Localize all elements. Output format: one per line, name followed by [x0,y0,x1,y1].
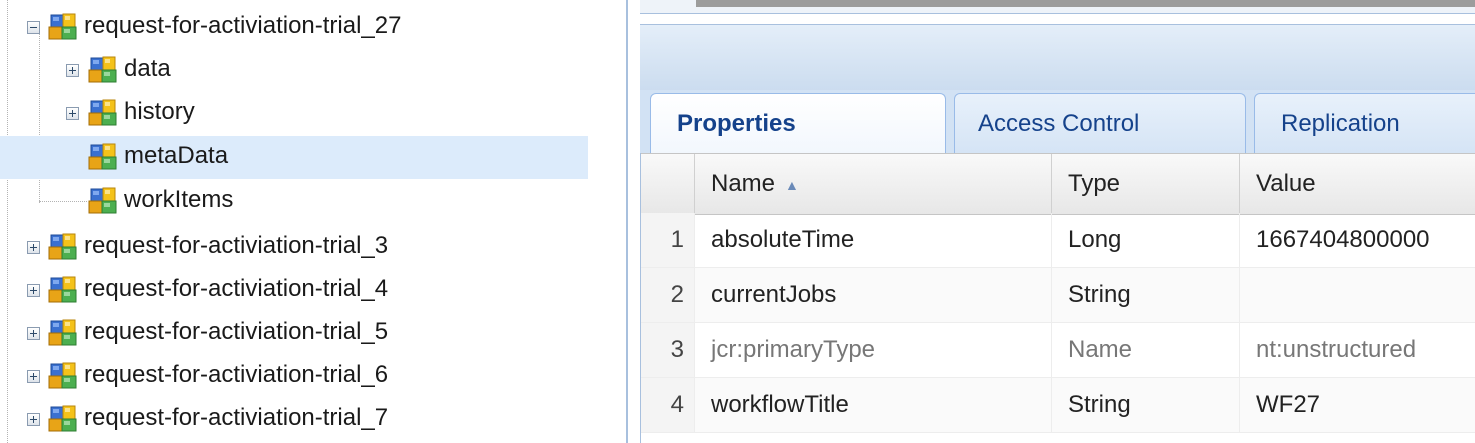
column-value-label: Value [1256,170,1316,197]
tree-node-label: request-for-activiation-trial_5 [84,318,389,345]
expand-plus-icon[interactable] [66,107,79,120]
node-cubes-icon [88,143,117,170]
expand-plus-icon[interactable] [66,64,79,77]
tree-node-label: request-for-activiation-trial_7 [84,404,389,431]
tree-node-trial-7[interactable]: request-for-activiation-trial_7 [0,398,588,441]
tab-label: Properties [677,110,796,137]
tree-node-metadata[interactable]: metaData [0,136,588,179]
tab-label: Access Control [978,110,1140,137]
node-cubes-icon [88,56,117,83]
expand-plus-icon[interactable] [27,370,40,383]
column-header-type[interactable]: Type [1052,154,1240,214]
row-number: 3 [641,323,695,377]
tree-node-label: history [124,98,195,125]
node-cubes-icon [48,233,77,260]
column-type-label: Type [1068,170,1121,197]
node-cubes-icon [88,187,117,214]
column-header-value[interactable]: Value [1240,154,1475,214]
editor-strip [640,0,1475,14]
expand-plus-icon[interactable] [27,413,40,426]
tree-node-label: workItems [124,186,234,213]
cell-type: Long [1052,213,1240,267]
tree-node-trial-5[interactable]: request-for-activiation-trial_5 [0,312,588,355]
cell-type: String [1052,378,1240,432]
column-header-name[interactable]: Name ▲ [695,154,1052,214]
node-cubes-icon [48,405,77,432]
tree-node-workitems[interactable]: workItems [0,180,588,223]
row-number: 4 [641,378,695,432]
cell-name: jcr:primaryType [695,323,1052,377]
tab-strip: Properties Access Control Replication [640,90,1475,154]
grid-header: Name ▲ Type Value [641,153,1475,215]
table-row[interactable]: 4 workflowTitle String WF27 [641,378,1475,433]
node-cubes-icon [48,362,77,389]
cell-type: String [1052,268,1240,322]
panel-toolbar [640,24,1475,91]
node-cubes-icon [88,99,117,126]
cell-value [1240,268,1475,322]
tree-node-history[interactable]: history [0,92,588,135]
tab-label: Replication [1281,110,1400,137]
tab-replication[interactable]: Replication [1254,93,1475,153]
expand-plus-icon[interactable] [27,327,40,340]
tree-node-label: request-for-activiation-trial_27 [84,12,402,39]
cell-value: 1667404800000 [1256,226,1430,253]
tree-node-label: data [124,55,171,82]
node-cubes-icon [48,276,77,303]
node-cubes-icon [48,319,77,346]
column-header-rownum [641,154,695,214]
tree-node-label: request-for-activiation-trial_4 [84,275,389,302]
repository-tree: request-for-activiation-trial_27 data hi… [0,0,588,443]
tab-access-control[interactable]: Access Control [954,93,1246,153]
row-number: 2 [641,268,695,322]
horizontal-scrollbar[interactable] [696,0,1475,7]
column-name-label: Name [711,170,776,197]
row-number: 1 [641,213,695,267]
tree-node-trial-6[interactable]: request-for-activiation-trial_6 [0,355,588,398]
cell-value: nt:unstructured [1256,336,1417,363]
expand-plus-icon[interactable] [27,241,40,254]
cell-name: absoluteTime [695,213,1052,267]
cell-name: currentJobs [695,268,1052,322]
tree-node-label: metaData [124,142,229,169]
tree-node-label: request-for-activiation-trial_3 [84,232,389,259]
cell-type: Name [1052,323,1240,377]
properties-panel: Properties Access Control Replication Na… [628,0,1475,443]
collapse-minus-icon[interactable] [27,21,40,34]
tree-node-trial-27[interactable]: request-for-activiation-trial_27 [0,6,588,49]
panel-splitter[interactable] [588,0,628,443]
tab-properties[interactable]: Properties [650,93,946,154]
tree-node-data[interactable]: data [0,49,588,92]
sort-ascending-icon: ▲ [785,176,799,193]
cell-name: workflowTitle [695,378,1052,432]
table-row[interactable]: 1 absoluteTime Long 1667404800000 [641,213,1475,268]
tree-node-trial-4[interactable]: request-for-activiation-trial_4 [0,269,588,312]
table-row[interactable]: 3 jcr:primaryType Name nt:unstructured [641,323,1475,378]
table-row[interactable]: 2 currentJobs String [641,268,1475,323]
tree-node-label: request-for-activiation-trial_6 [84,361,389,388]
cell-value: WF27 [1256,391,1321,418]
properties-grid: Name ▲ Type Value 1 absoluteTime Long 166… [640,153,1475,443]
node-cubes-icon [48,13,77,40]
tree-node-trial-3[interactable]: request-for-activiation-trial_3 [0,226,588,269]
expand-plus-icon[interactable] [27,284,40,297]
